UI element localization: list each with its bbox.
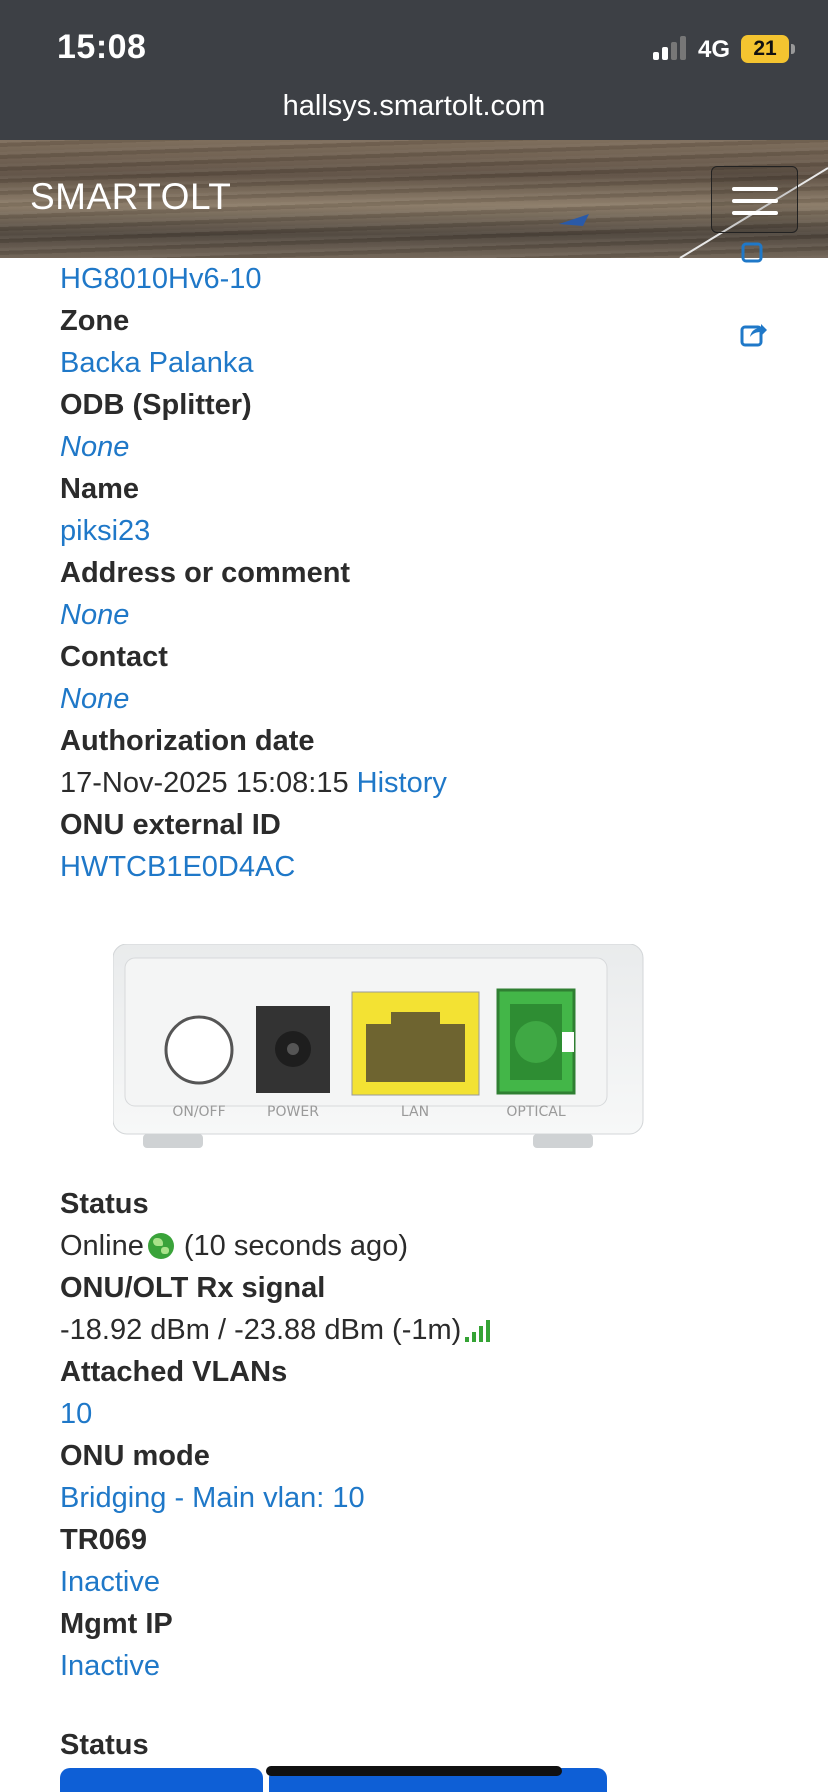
- history-link[interactable]: History: [357, 767, 447, 799]
- odb-label: ODB (Splitter): [60, 389, 252, 421]
- edit-zone-icon[interactable]: [740, 320, 768, 348]
- port-label-power: POWER: [267, 1104, 319, 1120]
- authorization-date-label: Authorization date: [60, 725, 315, 757]
- onu-mode-value[interactable]: Bridging - Main vlan: 10: [60, 1477, 780, 1519]
- external-id-value[interactable]: HWTCB1E0D4AC: [60, 846, 780, 888]
- onu-status: Status Online (10 seconds ago) ONU/OLT R…: [60, 1183, 780, 1687]
- status-label: Status: [60, 1188, 149, 1220]
- cellular-signal-icon: [653, 36, 689, 60]
- network-type: 4G: [698, 36, 731, 63]
- address-value[interactable]: None: [60, 594, 780, 636]
- authorization-date-row: 17-Nov-2025 15:08:15 History: [60, 762, 780, 804]
- address-bar[interactable]: hallsys.smartolt.com: [0, 90, 828, 123]
- site-navbar: SMARTOLT: [0, 140, 828, 258]
- tr069-value[interactable]: Inactive: [60, 1561, 780, 1603]
- port-label-lan: LAN: [401, 1104, 429, 1120]
- status-time: 15:08: [57, 28, 147, 66]
- vlans-label: Attached VLANs: [60, 1356, 288, 1388]
- onu-type-value[interactable]: HG8010Hv6-10: [60, 258, 780, 300]
- decorative-flag-icon: [559, 214, 589, 226]
- status-value-row: Online (10 seconds ago): [60, 1225, 780, 1267]
- signal-value: -18.92 dBm / -23.88 dBm (-1m): [60, 1314, 462, 1346]
- contact-value[interactable]: None: [60, 678, 780, 720]
- tr069-label: TR069: [60, 1524, 148, 1556]
- status-ago: (10 seconds ago): [183, 1230, 408, 1262]
- globe-icon: [147, 1233, 174, 1259]
- battery-icon: 21: [741, 35, 795, 63]
- name-label: Name: [60, 473, 139, 505]
- browser-top-bar: 15:08 4G 21 hallsys.smartolt.com: [0, 0, 828, 140]
- status-online: Online: [60, 1230, 144, 1262]
- name-value[interactable]: piksi23: [60, 510, 780, 552]
- vlans-value[interactable]: 10: [60, 1393, 780, 1435]
- odb-value[interactable]: None: [60, 426, 780, 468]
- onu-device-image: ON/OFF POWER LAN OPTICAL: [112, 943, 653, 1152]
- hamburger-icon: [732, 187, 778, 191]
- signal-row: -18.92 dBm / -23.88 dBm (-1m): [60, 1309, 780, 1351]
- signal-label: ONU/OLT Rx signal: [60, 1272, 326, 1304]
- contact-label: Contact: [60, 641, 168, 673]
- external-id-label: ONU external ID: [60, 809, 281, 841]
- onu-details: HG8010Hv6-10 Zone Backa Palanka ODB (Spl…: [60, 242, 780, 888]
- port-label-onoff: ON/OFF: [172, 1104, 225, 1120]
- zone-label: Zone: [60, 305, 130, 337]
- signal-strength-icon: [465, 1318, 495, 1342]
- address-label: Address or comment: [60, 557, 351, 589]
- onu-mode-label: ONU mode: [60, 1440, 210, 1472]
- home-indicator[interactable]: [266, 1766, 562, 1776]
- zone-value[interactable]: Backa Palanka: [60, 342, 780, 384]
- brand-logo[interactable]: SMARTOLT: [30, 176, 231, 218]
- battery-level: 21: [753, 37, 777, 60]
- authorization-date-value: 17-Nov-2025 15:08:15: [60, 767, 349, 799]
- action-button-1[interactable]: [60, 1768, 263, 1792]
- mgmt-ip-label: Mgmt IP: [60, 1608, 173, 1640]
- mgmt-ip-value[interactable]: Inactive: [60, 1645, 780, 1687]
- port-label-optical: OPTICAL: [506, 1104, 565, 1120]
- hamburger-menu-button[interactable]: [711, 166, 798, 233]
- edit-onu-type-icon[interactable]: [740, 236, 768, 264]
- bottom-status-title: Status: [60, 1729, 149, 1761]
